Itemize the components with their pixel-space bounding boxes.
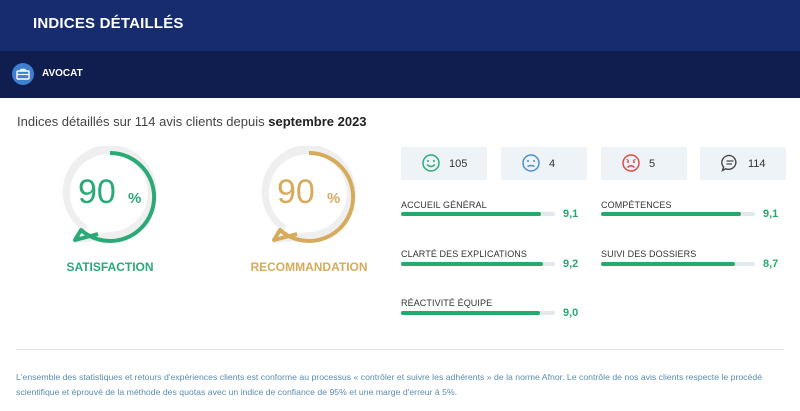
intro-date: septembre 2023 bbox=[268, 114, 367, 129]
metric-value-reactivite: 9,0 bbox=[563, 307, 579, 319]
metric-value-accueil: 9,1 bbox=[563, 208, 579, 220]
count-total: 114 bbox=[748, 158, 766, 170]
divider bbox=[16, 349, 784, 350]
recommandation-value: 90 bbox=[277, 173, 315, 211]
count-box-positive: 105 bbox=[401, 147, 487, 180]
count-box-total: 114 bbox=[700, 147, 786, 180]
metric-value-clarte: 9,2 bbox=[563, 258, 579, 270]
metric-bar-reactivite bbox=[401, 311, 555, 315]
metric-value-competences: 9,1 bbox=[763, 208, 779, 220]
metric-fill-clarte bbox=[401, 262, 543, 266]
count-positive: 105 bbox=[449, 158, 468, 170]
category-title: AVOCAT bbox=[42, 68, 83, 79]
metric-fill-accueil bbox=[401, 212, 542, 216]
intro-text: Indices détaillés sur 114 avis clients d… bbox=[17, 114, 367, 129]
recommandation-label: RECOMMANDATION bbox=[250, 260, 368, 274]
recommandation-gauge: 90 % bbox=[257, 146, 361, 246]
category-bar: AVOCAT bbox=[0, 51, 800, 98]
metric-label-competences: COMPÉTENCES bbox=[601, 200, 672, 210]
sad-face-icon bbox=[622, 154, 640, 172]
comment-icon bbox=[721, 154, 737, 172]
satisfaction-value: 90 bbox=[78, 173, 116, 211]
metric-bar-clarte bbox=[401, 262, 555, 266]
neutral-face-icon bbox=[522, 154, 540, 172]
count-box-negative: 5 bbox=[601, 147, 687, 180]
satisfaction-label: SATISFACTION bbox=[66, 260, 154, 274]
intro-prefix: Indices détaillés sur 114 avis clients d… bbox=[17, 114, 265, 129]
footer-disclaimer: L'ensemble des statistiques et retours d… bbox=[16, 372, 763, 397]
briefcase-icon bbox=[12, 63, 34, 85]
metric-label-reactivite: RÉACTIVITÉ ÉQUIPE bbox=[401, 298, 493, 308]
page-header: INDICES DÉTAILLÉS bbox=[0, 0, 800, 51]
recommandation-unit: % bbox=[327, 190, 341, 207]
metric-fill-competences bbox=[601, 212, 742, 216]
satisfaction-unit: % bbox=[128, 190, 142, 207]
count-negative: 5 bbox=[649, 158, 656, 170]
metric-fill-suivi bbox=[601, 262, 735, 266]
metric-value-suivi: 8,7 bbox=[763, 258, 779, 270]
metric-bar-accueil bbox=[401, 212, 555, 216]
metric-fill-reactivite bbox=[401, 311, 540, 315]
metric-label-clarte: CLARTÉ DES EXPLICATIONS bbox=[401, 249, 528, 259]
metric-bar-competences bbox=[601, 212, 755, 216]
count-neutral: 4 bbox=[549, 158, 556, 170]
satisfaction-gauge: 90 % bbox=[58, 146, 162, 246]
count-box-neutral: 4 bbox=[501, 147, 587, 180]
metric-label-accueil: ACCUEIL GÉNÉRAL bbox=[401, 200, 487, 210]
page-title: INDICES DÉTAILLÉS bbox=[33, 15, 184, 32]
smile-face-icon bbox=[422, 154, 440, 172]
metric-label-suivi: SUIVI DES DOSSIERS bbox=[601, 249, 697, 259]
metric-bar-suivi bbox=[601, 262, 755, 266]
